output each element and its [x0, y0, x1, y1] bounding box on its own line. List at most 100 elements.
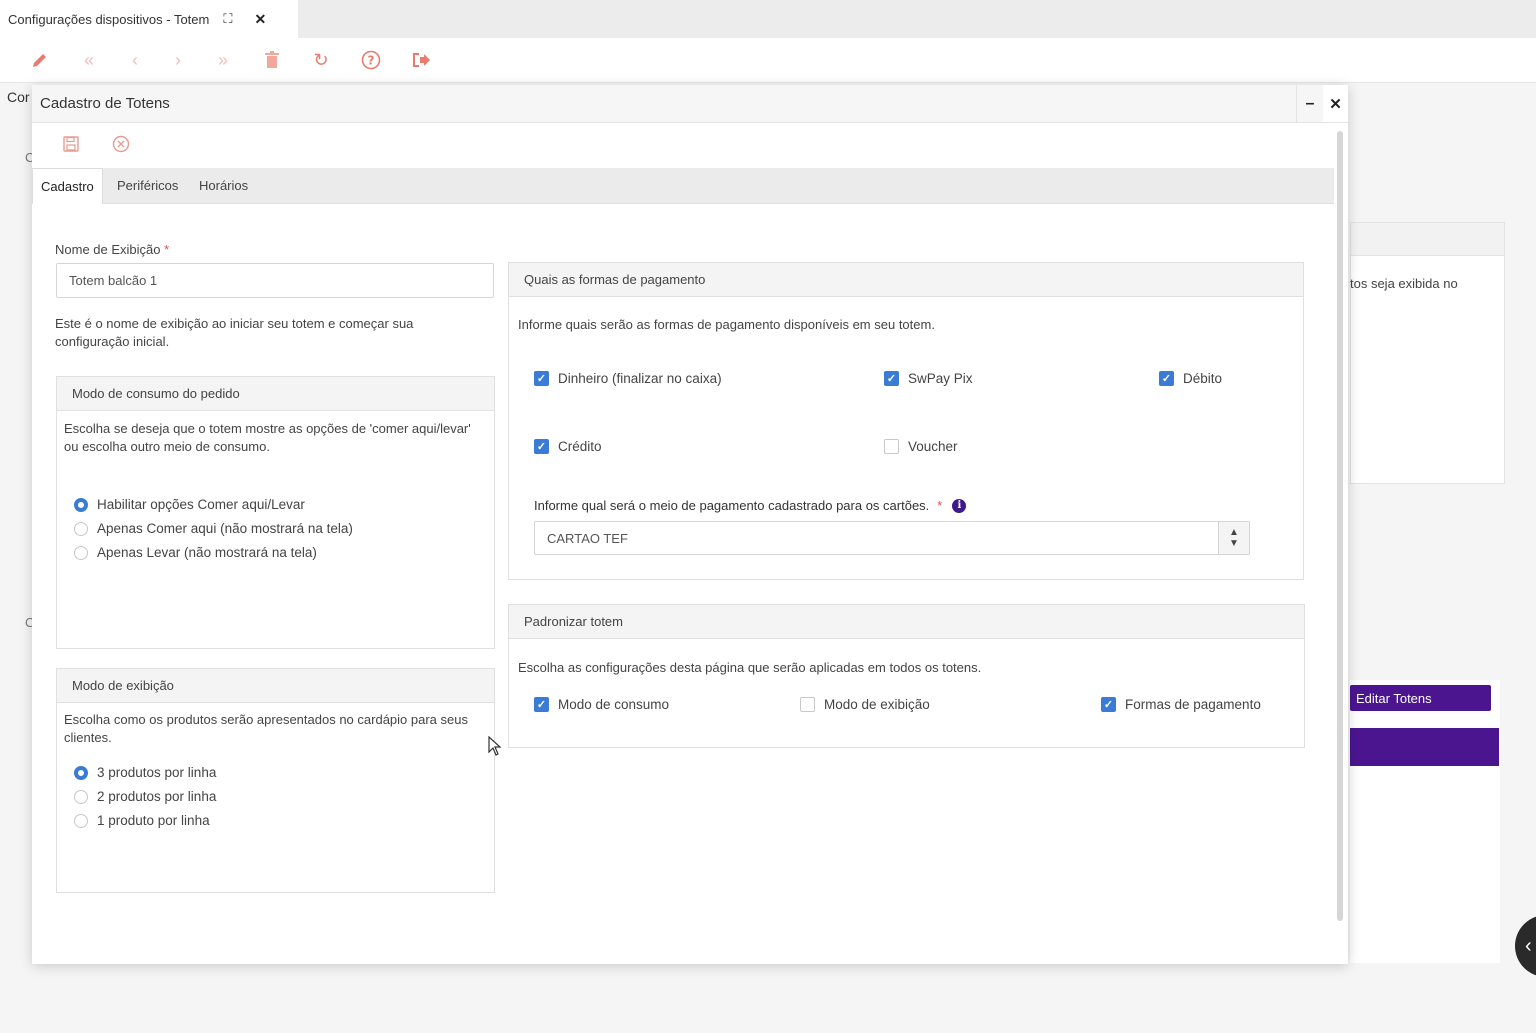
padronizar-modo-consumo[interactable]: ✓ Modo de consumo: [534, 697, 669, 712]
checkbox-checked[interactable]: ✓: [534, 439, 549, 454]
cancel-icon[interactable]: [110, 133, 132, 155]
payment-option-debito[interactable]: ✓ Débito: [1159, 371, 1222, 386]
payment-option-credito[interactable]: ✓ Crédito: [534, 439, 602, 454]
expand-icon[interactable]: ⛶: [223, 11, 232, 27]
meio-pagamento-value: CARTAO TEF: [547, 530, 628, 546]
checkbox[interactable]: [884, 439, 899, 454]
padronizar-option-label: Modo de exibição: [824, 697, 930, 712]
radio-selected[interactable]: [74, 765, 88, 780]
checkbox-checked[interactable]: ✓: [884, 371, 899, 386]
next-icon[interactable]: ›: [165, 48, 191, 72]
pagamento-title: Quais as formas de pagamento: [509, 263, 1303, 297]
padronizar-formas-pagamento[interactable]: ✓ Formas de pagamento: [1101, 697, 1261, 712]
checkbox-checked[interactable]: ✓: [1159, 371, 1174, 386]
info-icon[interactable]: i: [952, 498, 967, 513]
payment-option-label: Dinheiro (finalizar no caixa): [558, 371, 722, 386]
padronizar-help: Escolha as configurações desta página qu…: [518, 660, 982, 675]
first-page-icon[interactable]: «: [76, 48, 102, 72]
payment-option-label: Crédito: [558, 439, 602, 454]
pagamento-panel: Quais as formas de pagamento Informe qua…: [508, 262, 1304, 580]
modal-tabs: Cadastro Periféricos Horários: [32, 168, 1334, 204]
minimize-button[interactable]: –: [1296, 85, 1323, 122]
payment-option-swpay-pix[interactable]: ✓ SwPay Pix: [884, 371, 973, 386]
exit-icon[interactable]: [408, 48, 434, 72]
consumo-option-label: Apenas Comer aqui (não mostrará na tela): [97, 521, 353, 536]
padronizar-modo-exibicao[interactable]: Modo de exibição: [800, 697, 930, 712]
padronizar-option-label: Formas de pagamento: [1125, 697, 1261, 712]
app-tab-label: Configurações dispositivos - Totem: [8, 11, 210, 27]
consumo-option[interactable]: Apenas Comer aqui (não mostrará na tela): [74, 521, 353, 536]
mouse-cursor-icon: [488, 735, 502, 761]
radio[interactable]: [74, 789, 88, 804]
exibicao-option[interactable]: 3 produtos por linha: [74, 765, 216, 780]
select-arrows-icon[interactable]: ▲ ▼: [1218, 522, 1249, 554]
radio[interactable]: [74, 813, 88, 828]
nome-input[interactable]: Totem balcão 1: [56, 263, 494, 298]
consumo-option[interactable]: Habilitar opções Comer aqui/Levar: [74, 497, 305, 512]
app-tabbar: Configurações dispositivos - Totem ⛶ ✕: [0, 0, 1536, 39]
required-mark: *: [937, 498, 943, 513]
tab-horarios[interactable]: Horários: [199, 168, 248, 203]
required-mark: *: [164, 242, 170, 257]
svg-text:?: ?: [368, 54, 375, 68]
exibicao-option-label: 2 produtos por linha: [97, 789, 217, 804]
prev-icon[interactable]: ‹: [122, 48, 148, 72]
meio-pagamento-label: Informe qual será o meio de pagamento ca…: [534, 498, 967, 513]
pagamento-help: Informe quais serão as formas de pagamen…: [518, 317, 935, 332]
modo-exibicao-panel: Modo de exibição Escolha como os produto…: [56, 668, 495, 893]
pencil-icon[interactable]: [27, 48, 53, 72]
padronizar-panel: Padronizar totem Escolha as configuraçõe…: [508, 604, 1305, 748]
modo-consumo-title: Modo de consumo do pedido: [57, 377, 494, 411]
exibicao-option[interactable]: 2 produtos por linha: [74, 789, 216, 804]
checkbox-checked[interactable]: ✓: [1101, 697, 1116, 712]
trash-icon[interactable]: [259, 48, 285, 72]
consumo-option[interactable]: Apenas Levar (não mostrará na tela): [74, 545, 317, 560]
modal-header: Cadastro de Totens – ✕: [32, 85, 1348, 123]
radio[interactable]: [74, 545, 88, 560]
padronizar-option-label: Modo de consumo: [558, 697, 670, 712]
radio-selected[interactable]: [74, 497, 88, 512]
payment-option-dinheiro[interactable]: ✓ Dinheiro (finalizar no caixa): [534, 371, 722, 386]
radio[interactable]: [74, 521, 88, 536]
last-page-icon[interactable]: »: [210, 48, 236, 72]
help-icon[interactable]: ?: [358, 48, 384, 72]
meio-pagamento-select[interactable]: CARTAO TEF ▲ ▼: [534, 521, 1250, 555]
refresh-icon[interactable]: ↻: [308, 48, 334, 72]
modo-consumo-panel: Modo de consumo do pedido Escolha se des…: [56, 376, 495, 649]
exibicao-option[interactable]: 1 produto por linha: [74, 813, 210, 828]
modo-exibicao-help: Escolha como os produtos serão apresenta…: [64, 712, 468, 745]
cadastro-totens-modal: Cadastro de Totens – ✕ Cadastro Periféri…: [32, 85, 1348, 964]
nome-help: Este é o nome de exibição ao iniciar seu…: [55, 316, 414, 349]
tab-perifericos[interactable]: Periféricos: [117, 168, 178, 203]
edit-totens-button[interactable]: Editar Totens: [1350, 685, 1491, 711]
meio-pagamento-label-text: Informe qual será o meio de pagamento ca…: [534, 498, 930, 513]
bg-card: [1350, 222, 1505, 484]
nome-label-text: Nome de Exibição: [55, 242, 161, 257]
exibicao-option-label: 3 produtos por linha: [97, 765, 217, 780]
bg-card-text: tos seja exibida no: [1350, 276, 1458, 291]
app-tab-active[interactable]: Configurações dispositivos - Totem ⛶ ✕: [0, 0, 298, 38]
consumo-option-label: Habilitar opções Comer aqui/Levar: [97, 497, 305, 512]
modal-title: Cadastro de Totens: [40, 95, 170, 112]
save-icon[interactable]: [60, 133, 82, 155]
bg-card-header: [1351, 223, 1504, 256]
payment-option-voucher[interactable]: Voucher: [884, 439, 958, 454]
nome-label: Nome de Exibição *: [55, 242, 169, 257]
close-icon[interactable]: ✕: [254, 11, 266, 28]
checkbox-checked[interactable]: ✓: [534, 697, 549, 712]
exibicao-option-label: 1 produto por linha: [97, 813, 210, 828]
checkbox-checked[interactable]: ✓: [534, 371, 549, 386]
bg-purple-bar[interactable]: [1350, 728, 1499, 766]
nome-input-value: Totem balcão 1: [69, 273, 158, 288]
payment-option-label: Débito: [1183, 371, 1223, 386]
modo-exibicao-title: Modo de exibição: [57, 669, 494, 703]
close-button[interactable]: ✕: [1323, 85, 1348, 122]
modo-consumo-help: Escolha se deseja que o totem mostre as …: [64, 421, 471, 454]
modal-scrollbar[interactable]: [1337, 131, 1343, 921]
payment-option-label: SwPay Pix: [908, 371, 973, 386]
consumo-option-label: Apenas Levar (não mostrará na tela): [97, 545, 317, 560]
payment-option-label: Voucher: [908, 439, 958, 454]
tab-cadastro[interactable]: Cadastro: [32, 168, 103, 204]
app-toolbar: « ‹ › » ↻ ?: [0, 38, 1536, 83]
checkbox[interactable]: [800, 697, 815, 712]
